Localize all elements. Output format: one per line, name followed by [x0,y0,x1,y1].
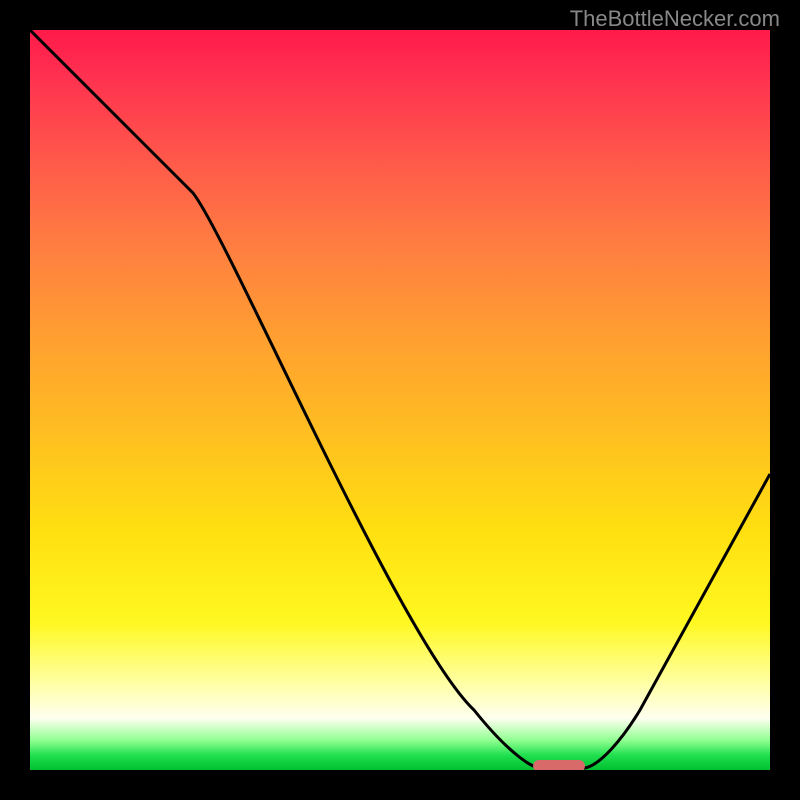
chart-plot-area [30,30,770,770]
watermark-text: TheBottleNecker.com [570,6,780,32]
bottleneck-curve-svg [30,30,770,770]
curve-path [30,30,770,768]
highlight-marker [533,760,585,770]
